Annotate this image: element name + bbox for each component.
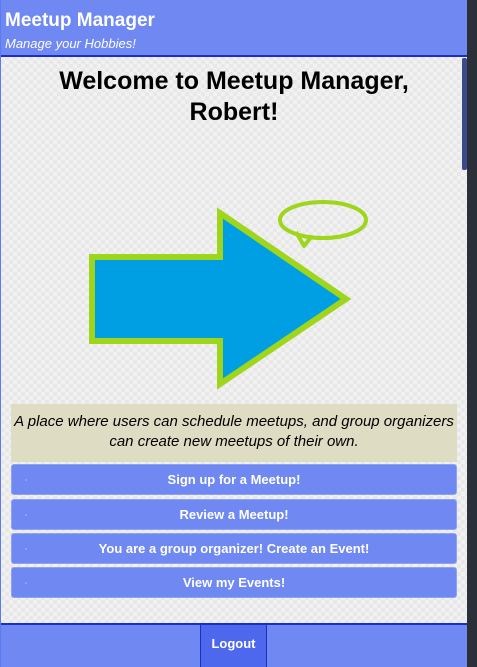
create-event-label: You are a group organizer! Create an Eve… <box>98 541 370 556</box>
bullet-icon <box>25 514 27 516</box>
signup-meetup-button[interactable]: Sign up for a Meetup! <box>11 464 457 495</box>
tagline-text: A place where users can schedule meetups… <box>11 404 457 462</box>
review-meetup-button[interactable]: Review a Meetup! <box>11 499 457 530</box>
logout-button[interactable]: Logout <box>200 625 267 667</box>
welcome-heading: Welcome to Meetup Manager, Robert! <box>11 66 457 128</box>
bullet-icon <box>25 479 27 481</box>
welcome-line-1: Welcome to Meetup Manager, <box>59 67 409 95</box>
app-subtitle: Manage your Hobbies! <box>5 36 136 51</box>
speech-bubble-icon <box>278 200 368 248</box>
welcome-line-2: Robert! <box>189 98 279 126</box>
review-meetup-label: Review a Meetup! <box>179 507 289 522</box>
bullet-icon <box>25 582 27 584</box>
bullet-icon <box>25 548 27 550</box>
app-title: Meetup Manager <box>5 10 155 31</box>
signup-meetup-label: Sign up for a Meetup! <box>167 472 301 487</box>
window-edge <box>467 0 477 667</box>
app-header: Meetup Manager Manage your Hobbies! <box>1 0 468 57</box>
create-event-button[interactable]: You are a group organizer! Create an Eve… <box>11 533 457 564</box>
app-page: Meetup Manager Manage your Hobbies! Welc… <box>0 0 468 667</box>
view-events-label: View my Events! <box>182 575 286 590</box>
app-footer: Logout <box>1 623 468 667</box>
hero-arrow-icon <box>89 200 368 390</box>
view-events-button[interactable]: View my Events! <box>11 567 457 598</box>
